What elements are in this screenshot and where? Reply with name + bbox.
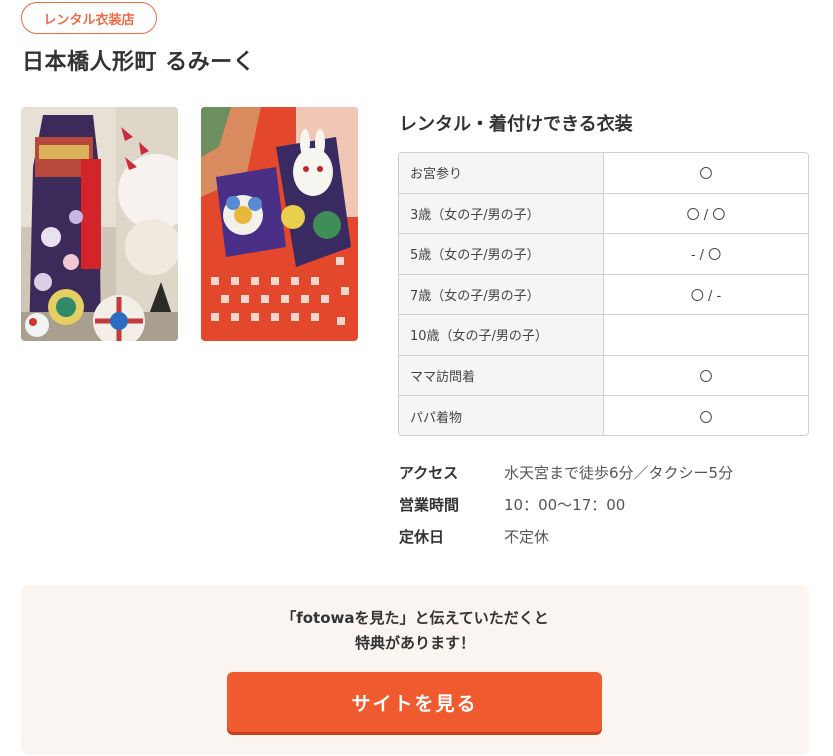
costume-availability: 〇 [699, 167, 713, 183]
costume-availability: 〇 / - [690, 288, 722, 304]
table-row: 7歳（女の子/男の子） 〇 / - [399, 274, 808, 315]
costume-section-heading: レンタル・着付けできる衣装 [399, 114, 633, 135]
shop-title: 日本橋人形町 るみーく [22, 50, 256, 75]
hours-value: 10：00〜17：00 [504, 495, 626, 514]
cta-message: 「fotowaを見た」と伝えていただくと 特典があります！ [21, 606, 809, 656]
table-row: パパ着物 〇 [399, 396, 808, 435]
costume-table: お宮参り 〇 3歳（女の子/男の子） 〇 / 〇 5歳（女の子/男の子） - /… [398, 152, 809, 436]
costume-availability [604, 315, 808, 355]
cta-message-line2: 特典があります！ [354, 634, 475, 652]
costume-name: ママ訪問着 [399, 355, 604, 395]
holiday-value: 不定休 [504, 527, 550, 546]
costume-name: お宮参り [399, 153, 604, 193]
table-row: ママ訪問着 〇 [399, 355, 808, 396]
holiday-row: 定休日 不定休 [399, 520, 733, 552]
cta-message-line1: 「fotowaを見た」と伝えていただくと [281, 609, 549, 627]
access-value: 水天宮まで徒歩6分／タクシー5分 [504, 463, 734, 482]
costume-availability: 〇 [699, 369, 713, 385]
costume-name: 7歳（女の子/男の子） [399, 274, 604, 314]
table-row: お宮参り 〇 [399, 153, 808, 194]
hours-row: 営業時間 10：00〜17：00 [399, 488, 733, 520]
costume-availability: 〇 / 〇 [686, 207, 726, 223]
costume-availability: 〇 [699, 410, 713, 426]
hours-label: 営業時間 [399, 495, 460, 514]
holiday-label: 定休日 [399, 527, 445, 546]
table-row: 3歳（女の子/男の子） 〇 / 〇 [399, 193, 808, 234]
costume-name: 10歳（女の子/男の子） [399, 315, 604, 355]
cta-box: 「fotowaを見た」と伝えていただくと 特典があります！ サイトを見る [21, 585, 809, 755]
view-site-button[interactable]: サイトを見る [227, 672, 602, 732]
table-row: 5歳（女の子/男の子） - / 〇 [399, 234, 808, 275]
table-row: 10歳（女の子/男の子） [399, 315, 808, 356]
costume-name: 5歳（女の子/男の子） [399, 234, 604, 274]
costume-name: 3歳（女の子/男の子） [399, 193, 604, 233]
shop-info: アクセス 水天宮まで徒歩6分／タクシー5分 営業時間 10：00〜17：00 定… [399, 456, 733, 552]
access-label: アクセス [399, 463, 459, 482]
shop-photo-kimono-closeup [201, 107, 358, 341]
costume-name: パパ着物 [399, 396, 604, 435]
shop-photo-kimono-display [21, 107, 178, 341]
shop-category-badge: レンタル衣装店 [21, 2, 157, 34]
costume-availability: - / 〇 [690, 248, 722, 264]
access-row: アクセス 水天宮まで徒歩6分／タクシー5分 [399, 456, 733, 488]
